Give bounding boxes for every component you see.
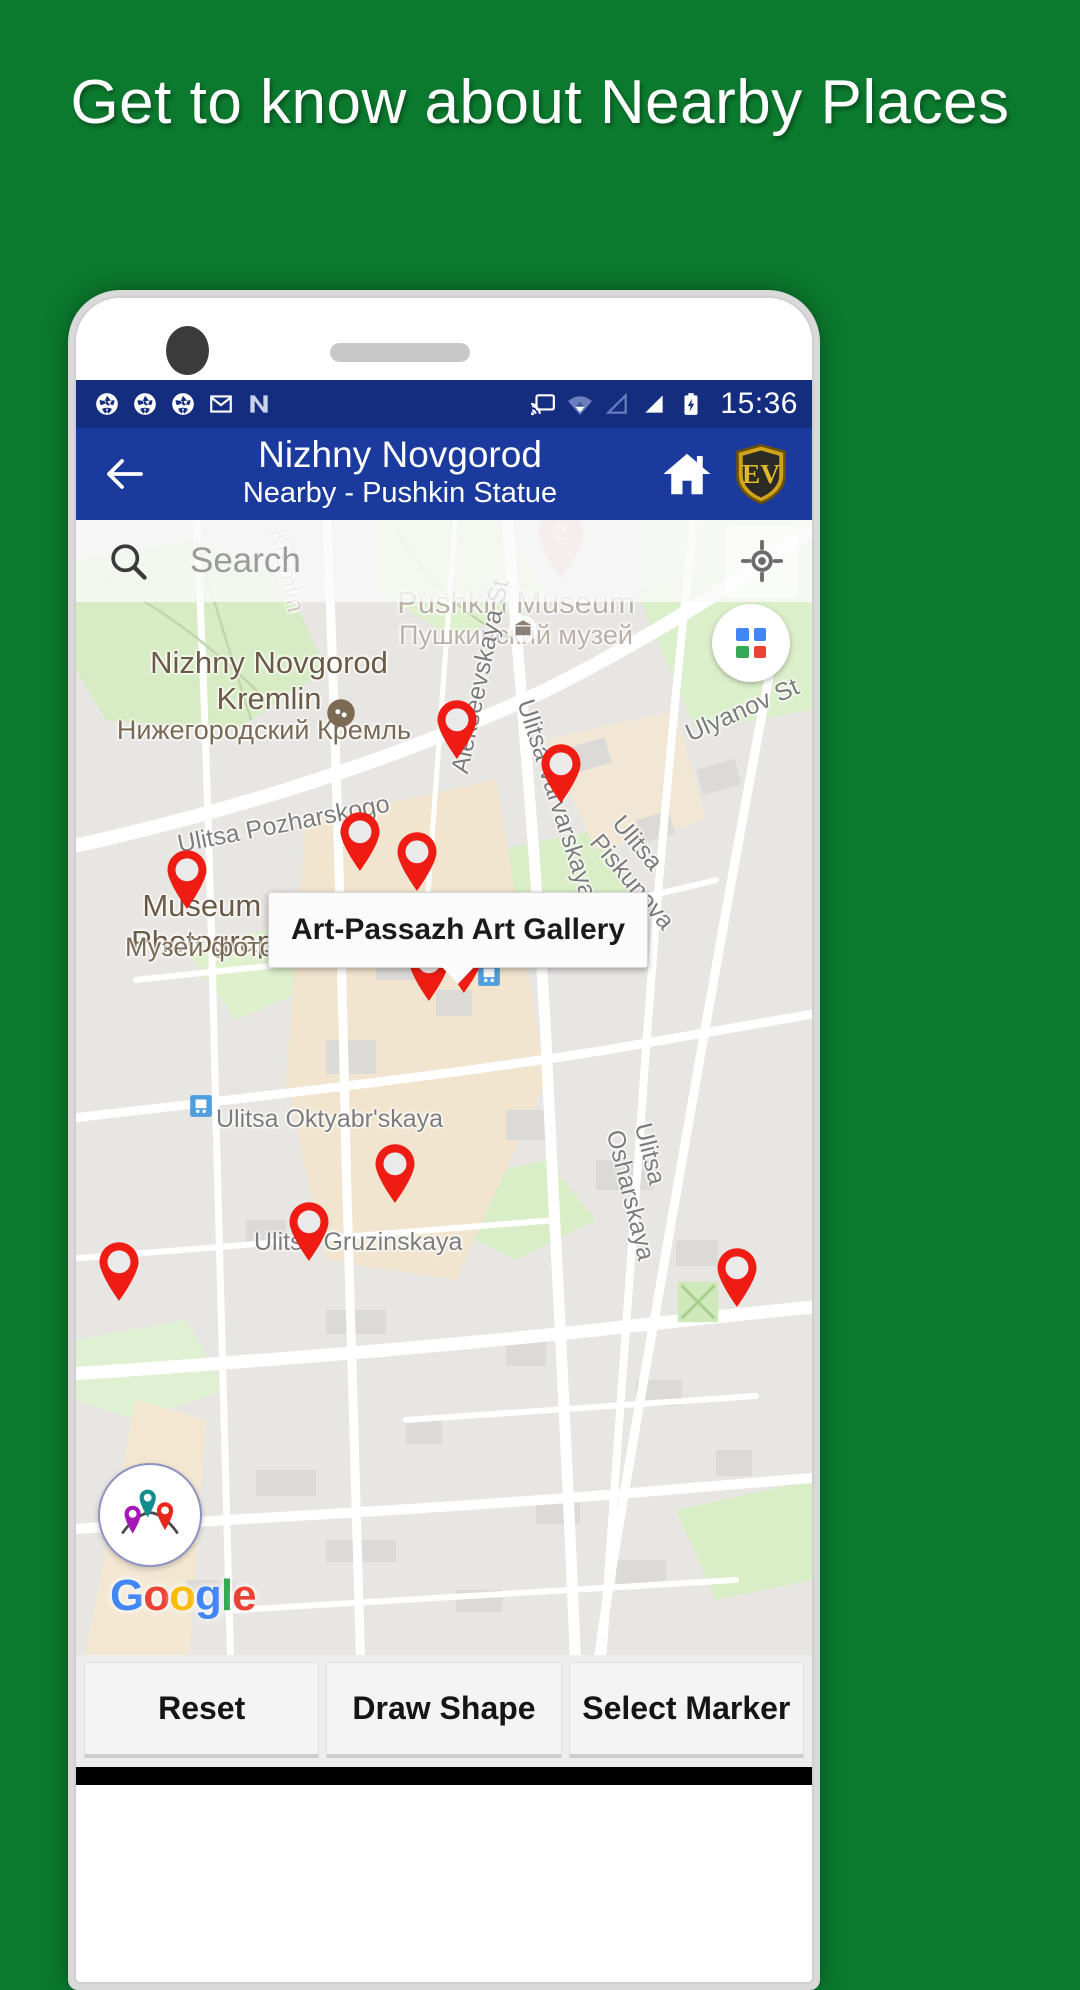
bottom-action-bar: Reset Draw Shape Select Marker [76, 1655, 812, 1767]
status-bar-notifications [94, 391, 272, 417]
map-type-grid-icon [736, 628, 749, 641]
map-marker[interactable] [538, 742, 584, 804]
map-marker[interactable] [372, 1142, 418, 1204]
gmail-icon [210, 395, 232, 413]
status-bar: 15:36 [76, 380, 812, 428]
search-input[interactable]: Search [190, 541, 301, 581]
back-button[interactable] [94, 443, 156, 505]
phone-screen: 15:36 Nizhny Novgorod Nearby - Pushkin S… [74, 296, 814, 1984]
map-marker[interactable] [434, 698, 480, 760]
home-button[interactable] [652, 443, 722, 505]
navigation-bar [76, 1767, 812, 1785]
battery-charging-icon [684, 393, 698, 415]
nearby-places-fab[interactable] [98, 1463, 202, 1567]
promo-headline: Get to know about Nearby Places [70, 68, 1010, 137]
home-icon [663, 453, 711, 495]
camera-aperture-icon [172, 393, 194, 415]
my-location-button[interactable] [726, 525, 798, 597]
map-marker[interactable] [164, 848, 210, 910]
map-marker[interactable] [286, 1200, 332, 1262]
signal-full-icon [645, 395, 664, 413]
map-marker[interactable] [714, 1246, 760, 1308]
page-title: Nizhny Novgorod [258, 434, 542, 476]
my-location-icon [740, 539, 784, 583]
status-bar-system-icons: 15:36 [530, 387, 798, 421]
transit-station-icon [190, 1095, 212, 1117]
map-marker[interactable] [337, 810, 383, 872]
cast-icon [531, 394, 556, 416]
map-marker[interactable] [96, 1240, 142, 1302]
wifi-icon [568, 396, 593, 415]
museum-poi-icon [509, 615, 537, 643]
map-type-grid-icon [753, 645, 766, 658]
camera-aperture-icon [134, 393, 156, 415]
map-type-button[interactable] [712, 604, 790, 682]
map-search-bar[interactable]: Search [76, 520, 812, 602]
signal-empty-icon [606, 392, 628, 414]
nearby-places-pins-icon [121, 1489, 179, 1535]
status-bar-clock: 15:36 [720, 387, 798, 420]
map-view[interactable]: 2 Pushkin Museum Пушкинский музей Kremli… [76, 520, 812, 1655]
arrow-left-icon [107, 459, 143, 489]
map-type-grid-icon [753, 628, 766, 641]
map-type-grid-icon [736, 645, 749, 658]
castle-poi-icon [327, 699, 355, 727]
draw-shape-button[interactable]: Draw Shape [326, 1662, 562, 1758]
app-bar-titles: Nizhny Novgorod Nearby - Pushkin Statue [148, 436, 652, 511]
page-subtitle: Nearby - Pushkin Statue [242, 477, 558, 510]
select-marker-button[interactable]: Select Marker [568, 1662, 804, 1758]
info-window-title: Art-Passazh Art Gallery [291, 913, 626, 946]
app-bar: Nizhny Novgorod Nearby - Pushkin Statue … [76, 428, 812, 520]
search-icon [111, 544, 147, 580]
brand-button[interactable]: EV [728, 441, 794, 507]
map-marker[interactable] [394, 830, 440, 892]
phone-bezel-top [76, 298, 812, 380]
svg-text:EV: EV [742, 459, 780, 489]
marker-info-window[interactable]: Art-Passazh Art Gallery [268, 892, 649, 984]
earpiece-speaker [330, 343, 470, 362]
camera-aperture-icon [96, 393, 118, 415]
reset-button[interactable]: Reset [84, 1662, 320, 1758]
ev-shield-icon: EV [736, 444, 786, 504]
n-app-icon [250, 395, 268, 413]
front-camera-icon [166, 326, 209, 375]
phone-mockup: 15:36 Nizhny Novgorod Nearby - Pushkin S… [68, 290, 820, 1990]
google-attribution: Google [110, 1571, 257, 1620]
